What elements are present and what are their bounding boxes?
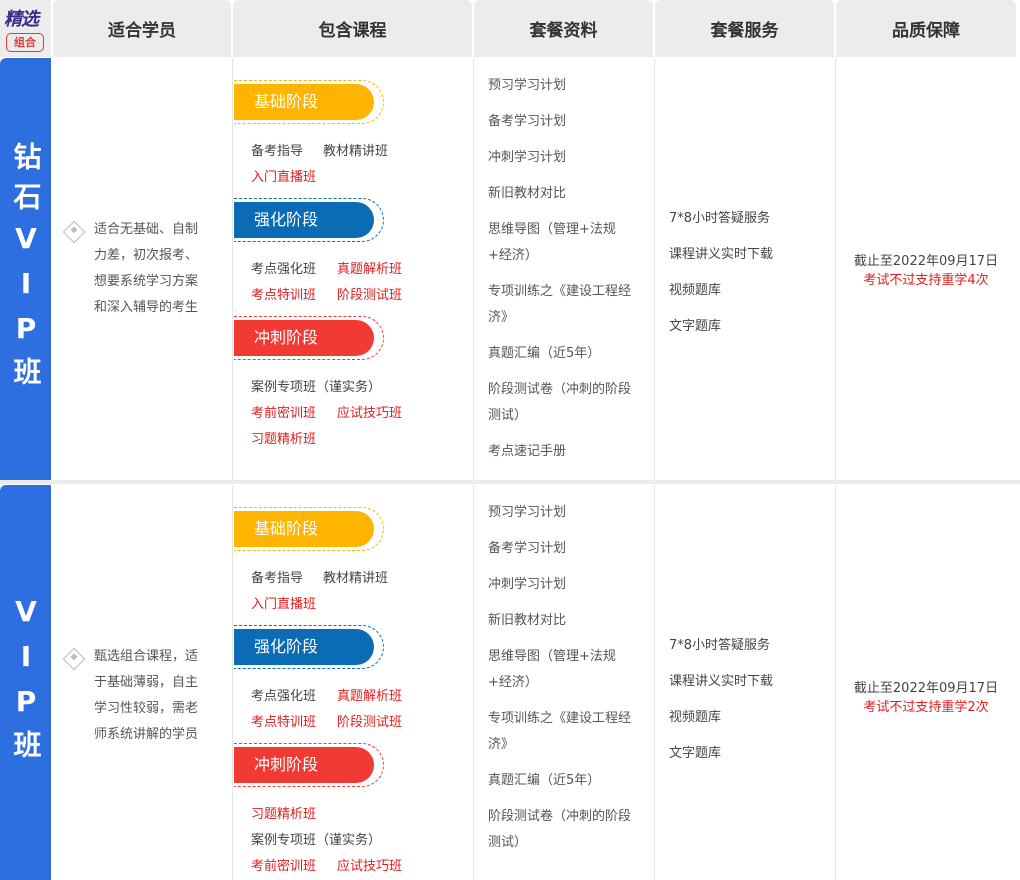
brand-logo: 精选 组合 bbox=[0, 0, 51, 57]
material-item: 考点速记手册 bbox=[488, 444, 567, 459]
material-item: 真题汇编（近5年） bbox=[488, 773, 601, 788]
target-students-text: 适合无基础、自制力差，初次报考、想要系统学习方案和深入辅导的考生 bbox=[94, 222, 199, 315]
logo-badge: 组合 bbox=[6, 33, 44, 52]
material-item: 思维导图（管理+法规+经济） bbox=[488, 222, 616, 263]
logo-title: 精选 bbox=[4, 9, 39, 30]
course-item[interactable]: 案例专项班（谨实务） bbox=[251, 376, 381, 395]
quality-deadline: 截止至2022年09月17日 bbox=[853, 681, 999, 696]
course-item[interactable]: 考前密训班 bbox=[251, 855, 316, 874]
material-item: 新旧教材对比 bbox=[488, 186, 567, 201]
material-item: 备考学习计划 bbox=[488, 541, 567, 556]
header-quality: 品质保障 bbox=[836, 0, 1016, 57]
service-item: 视频题库 bbox=[669, 710, 722, 725]
material-item: 冲刺学习计划 bbox=[488, 150, 567, 165]
stage-badge-basic: 基础阶段 bbox=[234, 511, 374, 547]
material-item: 思维导图（管理+法规+经济） bbox=[488, 649, 616, 690]
header-materials: 套餐资料 bbox=[474, 0, 653, 57]
course-item[interactable]: 备考指导 bbox=[251, 140, 303, 159]
service-item: 视频题库 bbox=[669, 283, 722, 298]
material-item: 专项训练之《建设工程经济》 bbox=[488, 711, 632, 752]
service-item: 7*8小时答疑服务 bbox=[669, 211, 771, 226]
course-item[interactable]: 应试技巧班 bbox=[337, 402, 402, 421]
course-item[interactable]: 入门直播班 bbox=[251, 166, 316, 185]
material-item: 专项训练之《建设工程经济》 bbox=[488, 284, 632, 325]
course-item[interactable]: 考点特训班 bbox=[251, 284, 316, 303]
quality-deadline: 截止至2022年09月17日 bbox=[853, 254, 999, 269]
course-item[interactable]: 考点强化班 bbox=[251, 685, 316, 704]
services-cell bbox=[655, 58, 836, 480]
service-item: 文字题库 bbox=[669, 746, 722, 761]
course-item[interactable]: 考点强化班 bbox=[251, 258, 316, 277]
stage-badge-sprint: 冲刺阶段 bbox=[234, 320, 374, 356]
course-item[interactable]: 入门直播班 bbox=[251, 593, 316, 612]
quality-retake: 考试不过支持重学2次 bbox=[863, 700, 989, 715]
material-item: 预习学习计划 bbox=[488, 78, 567, 93]
course-item[interactable]: 备考指导 bbox=[251, 567, 303, 586]
course-item[interactable]: 考前密训班 bbox=[251, 402, 316, 421]
service-item: 课程讲义实时下载 bbox=[669, 674, 774, 689]
service-item: 文字题库 bbox=[669, 319, 722, 334]
material-item: 阶段测试卷（冲刺的阶段测试） bbox=[488, 382, 632, 423]
course-item[interactable]: 阶段测试班 bbox=[337, 284, 402, 303]
tier-label-vip: VIP班 bbox=[0, 485, 51, 880]
course-item[interactable]: 案例专项班（谨实务） bbox=[251, 829, 381, 848]
stage-badge-strengthen: 强化阶段 bbox=[234, 202, 374, 238]
target-students-text: 甄选组合课程，适于基础薄弱，自主学习性较弱，需老师系统讲解的学员 bbox=[94, 649, 199, 742]
header-courses: 包含课程 bbox=[233, 0, 472, 57]
course-item[interactable]: 习题精析班 bbox=[251, 803, 316, 822]
row-divider bbox=[0, 480, 1020, 484]
stage-badge-basic: 基础阶段 bbox=[234, 84, 374, 120]
material-item: 真题汇编（近5年） bbox=[488, 346, 601, 361]
quality-retake: 考试不过支持重学4次 bbox=[863, 273, 989, 288]
course-item[interactable]: 教材精讲班 bbox=[323, 140, 388, 159]
header-services: 套餐服务 bbox=[655, 0, 834, 57]
material-item: 冲刺学习计划 bbox=[488, 577, 567, 592]
material-item: 预习学习计划 bbox=[488, 505, 567, 520]
material-item: 备考学习计划 bbox=[488, 114, 567, 129]
stage-badge-strengthen: 强化阶段 bbox=[234, 629, 374, 665]
course-item[interactable]: 真题解析班 bbox=[337, 258, 402, 277]
material-item: 新旧教材对比 bbox=[488, 613, 567, 628]
course-item[interactable]: 习题精析班 bbox=[251, 428, 316, 447]
course-item[interactable]: 应试技巧班 bbox=[337, 855, 402, 874]
service-item: 7*8小时答疑服务 bbox=[669, 638, 771, 653]
service-item: 课程讲义实时下载 bbox=[669, 247, 774, 262]
material-item: 阶段测试卷（冲刺的阶段测试） bbox=[488, 809, 632, 850]
stage-badge-sprint: 冲刺阶段 bbox=[234, 747, 374, 783]
course-item[interactable]: 真题解析班 bbox=[337, 685, 402, 704]
quality-guarantee: 截止至2022年09月17日 考试不过支持重学2次 bbox=[836, 677, 1016, 715]
header-students: 适合学员 bbox=[53, 0, 231, 57]
course-item[interactable]: 教材精讲班 bbox=[323, 567, 388, 586]
quality-guarantee: 截止至2022年09月17日 考试不过支持重学4次 bbox=[836, 250, 1016, 288]
tier-label-diamond-vip: 钻石VIP班 bbox=[0, 58, 51, 480]
course-item[interactable]: 阶段测试班 bbox=[337, 711, 402, 730]
course-item[interactable]: 考点特训班 bbox=[251, 711, 316, 730]
